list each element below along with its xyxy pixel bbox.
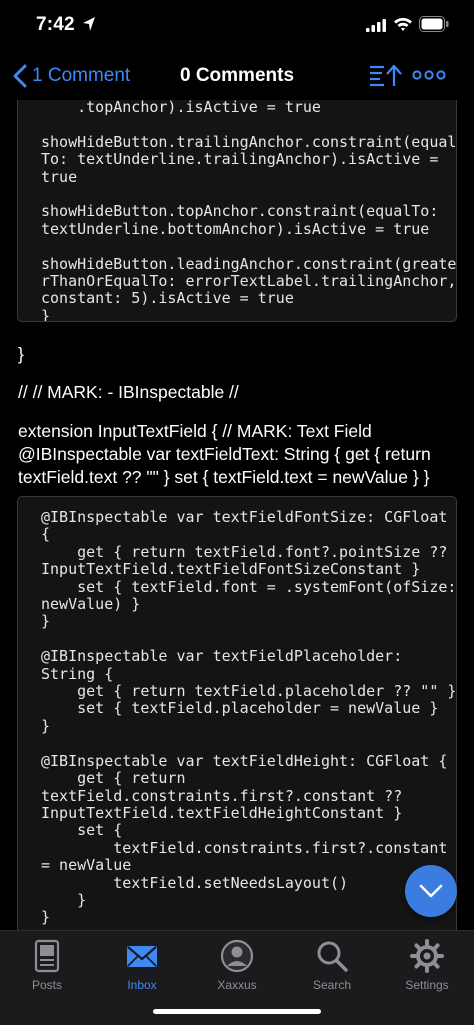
scroll-down-button[interactable]: [405, 865, 457, 917]
code-text: .topAnchor).isActive = true showHideButt…: [41, 100, 457, 322]
posts-icon: [34, 939, 60, 973]
inbox-icon: [127, 946, 157, 967]
tab-search[interactable]: Search: [285, 936, 379, 996]
code-block: @IBInspectable var textFieldFontSize: CG…: [17, 496, 457, 930]
comment-content[interactable]: .topAnchor).isActive = true showHideButt…: [0, 100, 474, 930]
status-time: 7:42: [36, 14, 75, 35]
wifi-icon: [394, 17, 412, 31]
extension-paragraph: extension InputTextField { // MARK: Text…: [18, 421, 431, 487]
mark-comment-text: // // MARK: - IBInspectable //: [18, 382, 239, 402]
search-icon: [317, 941, 348, 972]
gear-icon: [410, 939, 444, 973]
back-button-label: 1 Comment: [32, 65, 131, 86]
tab-label: Posts: [31, 978, 62, 992]
tab-label: Inbox: [127, 978, 157, 992]
code-text: @IBInspectable var textFieldFontSize: CG…: [41, 508, 457, 927]
tab-settings[interactable]: Settings: [380, 936, 474, 996]
tab-inbox[interactable]: Inbox: [95, 936, 189, 996]
tab-posts[interactable]: Posts: [0, 936, 94, 996]
chevron-left-icon: [13, 64, 27, 88]
tab-profile[interactable]: Xaxxus: [190, 936, 284, 996]
chevron-down-icon: [419, 884, 443, 898]
closing-brace-text: }: [18, 344, 24, 364]
cellular-signal-icon: [366, 19, 386, 32]
home-indicator: [153, 1009, 321, 1014]
tab-label: Settings: [405, 978, 449, 992]
profile-icon: [220, 939, 254, 973]
status-bar: 7:42: [0, 0, 474, 50]
back-button[interactable]: 1 Comment: [12, 62, 130, 90]
nav-bar: 1 Comment 0 Comments: [0, 52, 474, 100]
sort-icon[interactable]: [368, 63, 404, 89]
battery-icon: [419, 16, 449, 32]
location-arrow-icon: [83, 17, 95, 31]
tab-label: Search: [312, 978, 352, 992]
more-options-icon[interactable]: [412, 68, 446, 82]
tab-label: Xaxxus: [217, 978, 257, 992]
code-block: .topAnchor).isActive = true showHideButt…: [17, 100, 457, 322]
